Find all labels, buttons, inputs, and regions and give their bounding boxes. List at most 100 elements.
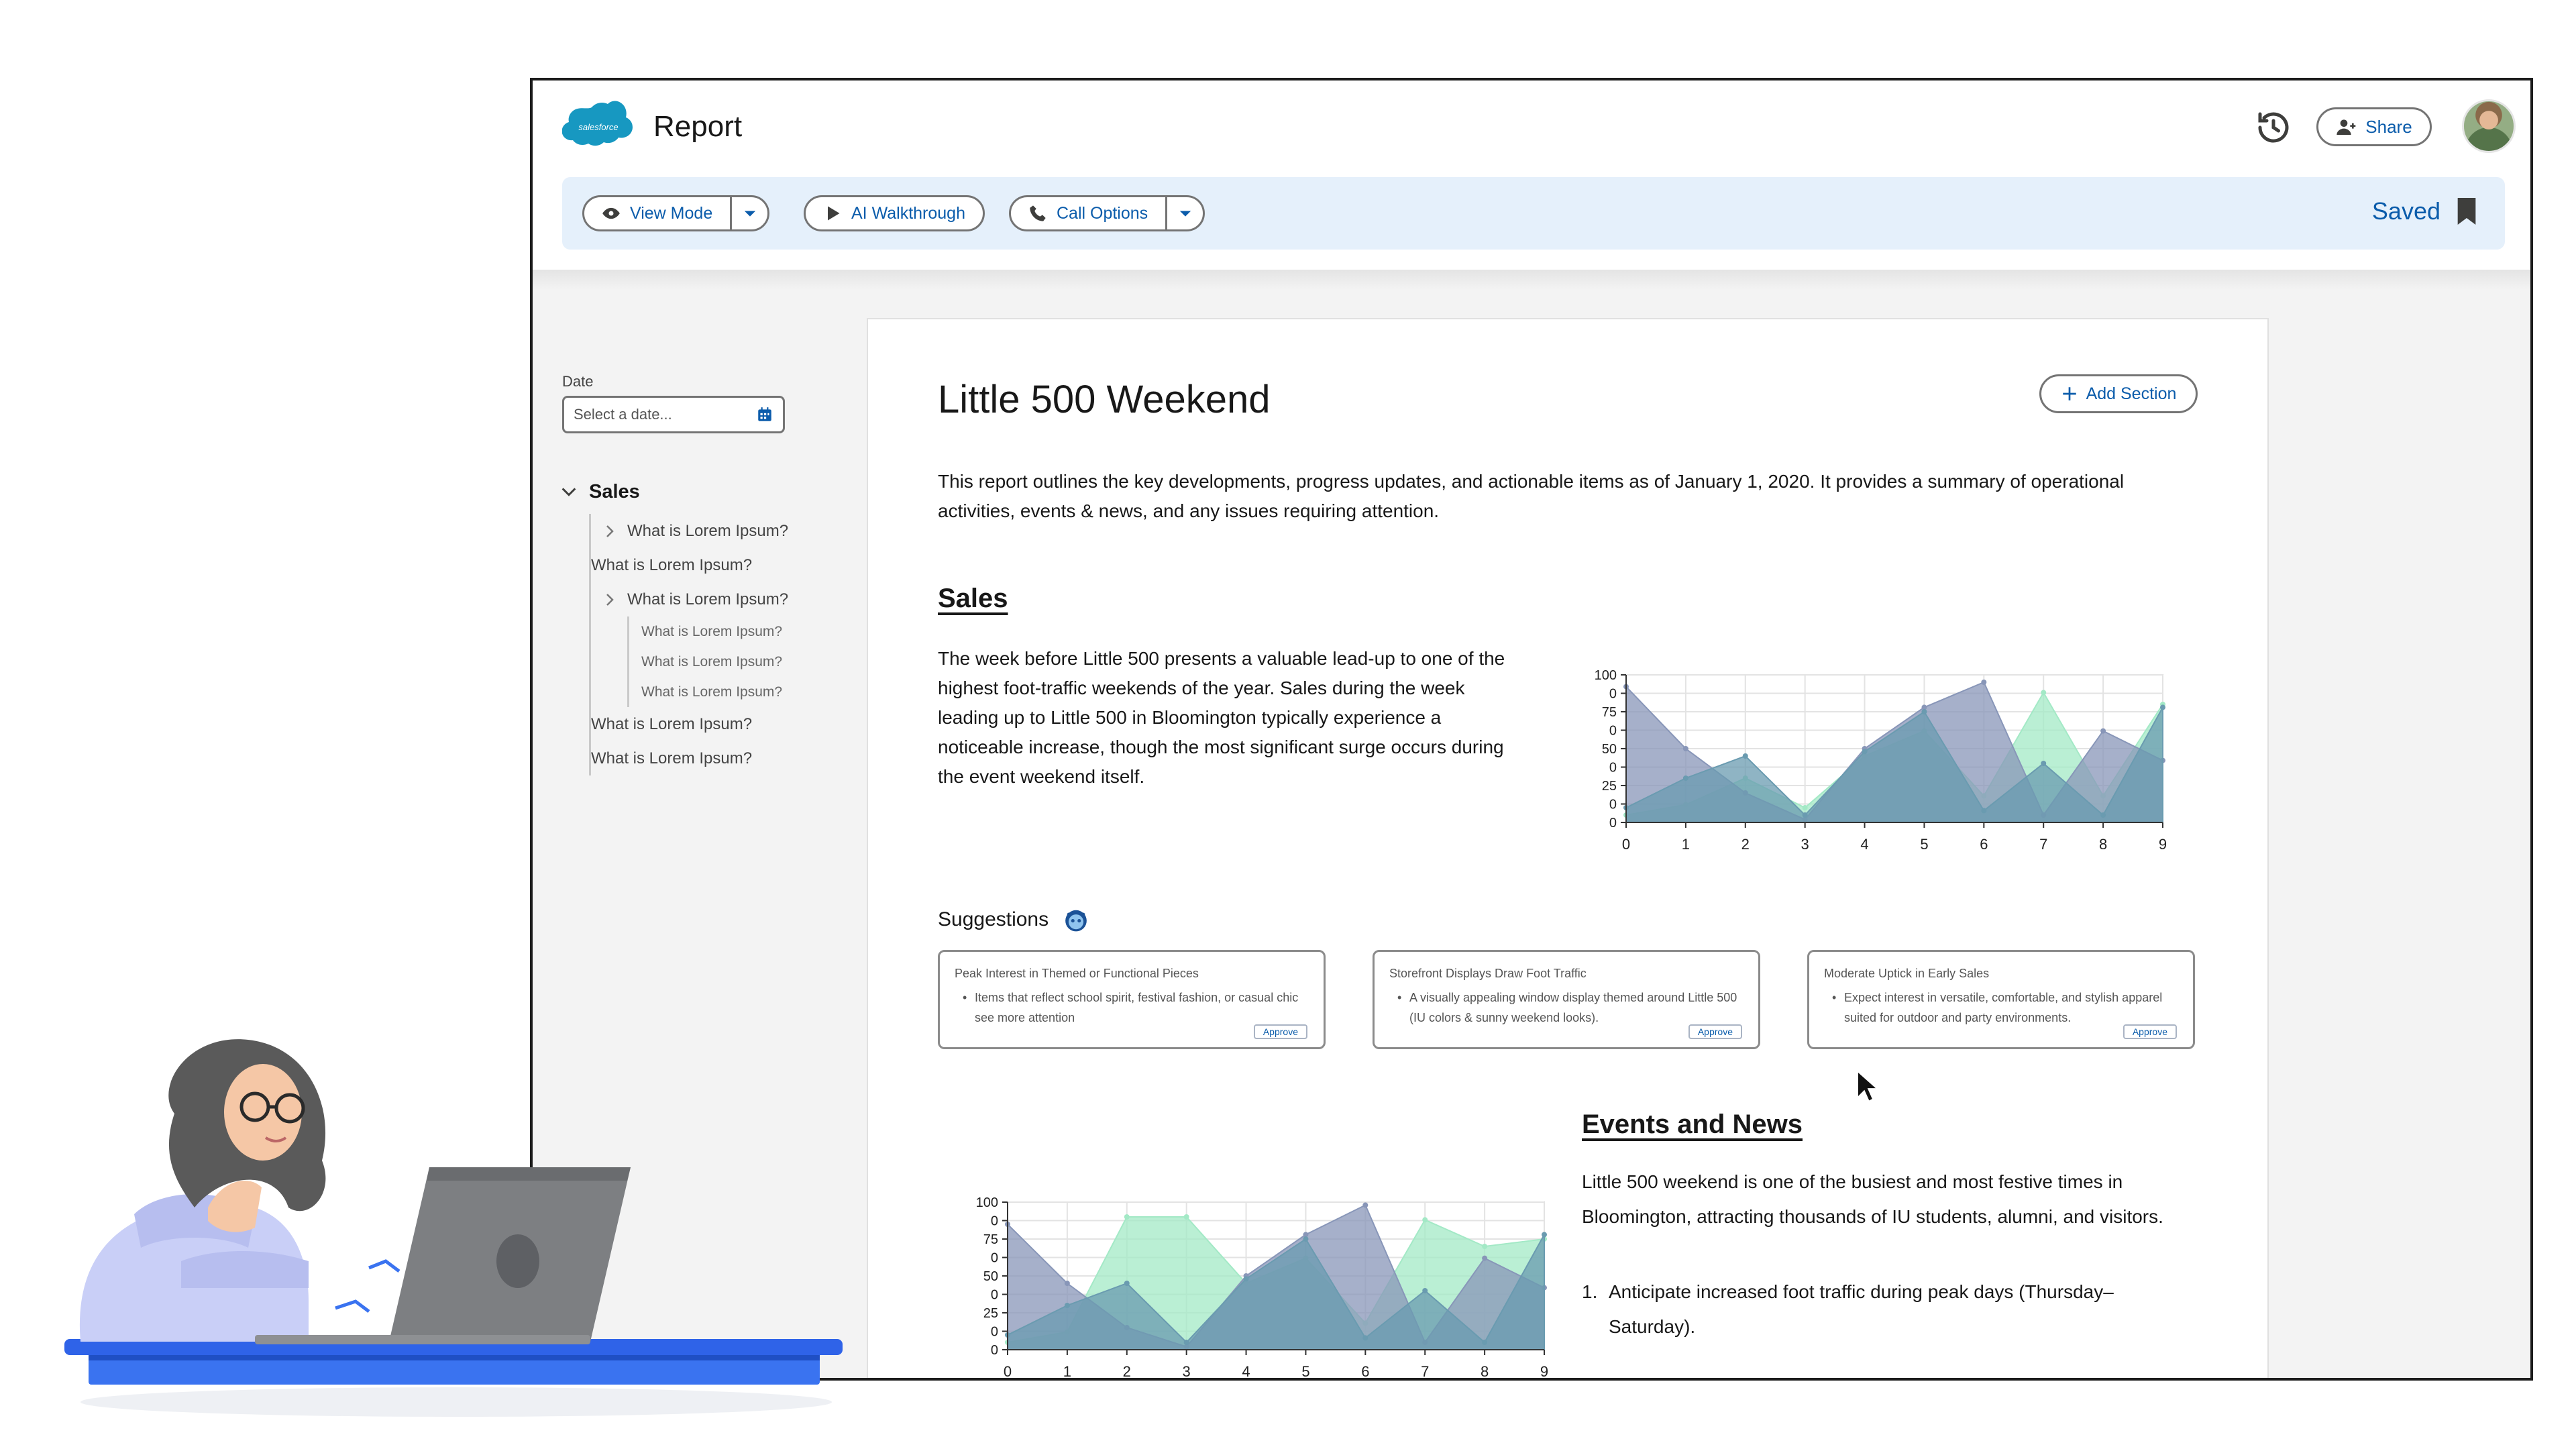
sales-area-chart: 0 1 2 3 4 5 6 7 8 910007505002500	[1595, 668, 2167, 853]
ai-walkthrough-button[interactable]: AI Walkthrough	[804, 195, 985, 231]
sidebar-subitem-label: What is Lorem Ipsum?	[641, 653, 783, 669]
y-tick-label: 100	[1595, 668, 1617, 683]
saved-status[interactable]: Saved	[2372, 197, 2478, 225]
suggestions-heading: Suggestions	[938, 907, 1089, 932]
sidebar-item[interactable]: What is Lorem Ipsum?	[602, 582, 828, 616]
view-mode-dropdown[interactable]	[730, 197, 767, 229]
suggestions-label: Suggestions	[938, 908, 1049, 930]
data-point	[2041, 690, 2047, 696]
suggestion-body: A visually appealing window display them…	[1389, 987, 1743, 1028]
x-tick-label: 5	[1301, 1363, 1309, 1380]
sidebar-item[interactable]: What is Lorem Ipsum?	[591, 741, 828, 775]
bookmark-icon	[2457, 198, 2476, 225]
data-point	[1802, 812, 1808, 818]
chevron-right-icon	[606, 593, 614, 606]
data-point	[1243, 1276, 1249, 1282]
person-laptop-illustration	[64, 1039, 843, 1417]
y-tick-label: 0	[991, 1251, 998, 1266]
sidebar-item-label: What is Lorem Ipsum?	[627, 521, 789, 540]
list-text: Anticipate increased foot traffic during…	[1609, 1281, 2114, 1337]
approve-button[interactable]: Approve	[1688, 1024, 1742, 1039]
data-point	[1303, 1236, 1309, 1242]
data-point	[2160, 704, 2165, 710]
app-header: salesforce Report Share	[533, 80, 2530, 177]
divider	[533, 270, 2530, 290]
date-picker-input[interactable]: Select a date...	[562, 396, 785, 433]
add-section-label: Add Section	[2086, 384, 2177, 403]
call-options-label: Call Options	[1057, 203, 1148, 223]
data-point	[1921, 709, 1927, 714]
y-tick-label: 0	[1609, 798, 1617, 812]
data-point	[1422, 1288, 1428, 1293]
history-icon[interactable]	[2253, 107, 2294, 148]
sidebar-item-label: What is Lorem Ipsum?	[627, 590, 789, 608]
calendar-icon[interactable]	[756, 406, 773, 423]
avatar[interactable]	[2462, 99, 2516, 153]
x-tick-label: 3	[1183, 1363, 1191, 1380]
y-tick-label: 50	[983, 1269, 998, 1284]
suggestion-body: Items that reflect school spirit, festiv…	[955, 987, 1309, 1028]
suggestion-title: Moderate Uptick in Early Sales	[1824, 967, 1990, 980]
approve-button[interactable]: Approve	[2123, 1024, 2177, 1039]
y-tick-label: 0	[991, 1288, 998, 1303]
add-section-button[interactable]: Add Section	[2039, 374, 2198, 413]
data-point	[1482, 1340, 1488, 1345]
x-tick-label: 6	[1980, 836, 1988, 853]
share-label: Share	[2365, 116, 2412, 137]
data-point	[1981, 808, 1987, 814]
x-tick-label: 5	[1920, 836, 1928, 853]
list-item: 1. Anticipate increased foot traffic dur…	[1582, 1275, 2186, 1344]
x-tick-label: 0	[1004, 1363, 1012, 1380]
view-mode-button[interactable]: View Mode	[584, 197, 730, 229]
sidebar-item-sales[interactable]: Sales	[559, 478, 828, 506]
sidebar-sales-children: What is Lorem Ipsum? What is Lorem Ipsum…	[589, 514, 828, 775]
sidebar-subitem[interactable]: What is Lorem Ipsum?	[641, 616, 828, 647]
suggestion-title: Storefront Displays Draw Foot Traffic	[1389, 967, 1587, 980]
data-point	[2100, 812, 2106, 818]
approve-button[interactable]: Approve	[1253, 1024, 1307, 1039]
x-tick-label: 8	[1481, 1363, 1489, 1380]
chevron-down-icon	[561, 488, 576, 496]
x-tick-label: 2	[1123, 1363, 1131, 1380]
data-point	[1981, 680, 1987, 685]
y-tick-label: 75	[1602, 705, 1617, 720]
play-icon	[828, 206, 840, 221]
x-tick-label: 7	[1421, 1363, 1429, 1380]
list-number: 1.	[1582, 1281, 1598, 1302]
call-options-dropdown[interactable]	[1165, 197, 1203, 229]
sidebar-item[interactable]: What is Lorem Ipsum?	[591, 548, 828, 582]
ai-walkthrough-label: AI Walkthrough	[851, 203, 965, 223]
add-user-icon	[2337, 119, 2356, 135]
view-mode-button-group: View Mode	[582, 195, 770, 231]
data-point	[2100, 728, 2106, 734]
date-placeholder: Select a date...	[574, 406, 672, 423]
sidebar-subitem[interactable]: What is Lorem Ipsum?	[641, 647, 828, 677]
app-title: Report	[653, 110, 743, 143]
x-tick-label: 1	[1682, 836, 1690, 853]
data-point	[1422, 1217, 1428, 1223]
x-tick-label: 6	[1361, 1363, 1369, 1380]
sidebar-item[interactable]: What is Lorem Ipsum?	[591, 707, 828, 741]
y-tick-label: 0	[1609, 687, 1617, 702]
data-point	[1064, 1281, 1070, 1286]
data-point	[1064, 1303, 1070, 1308]
sidebar-item[interactable]: What is Lorem Ipsum?	[602, 514, 828, 548]
sales-text: The week before Little 500 presents a va…	[938, 648, 1505, 787]
data-point	[1124, 1214, 1130, 1220]
data-point	[1183, 1340, 1189, 1345]
call-options-button-group: Call Options	[1009, 195, 1205, 231]
suggestion-title: Peak Interest in Themed or Functional Pi…	[955, 967, 1199, 980]
suggestion-body: Expect interest in versatile, comfortabl…	[1824, 987, 2178, 1028]
data-point	[1362, 1335, 1368, 1341]
x-tick-label: 4	[1860, 836, 1868, 853]
logo-text: salesforce	[578, 122, 618, 132]
call-options-button[interactable]: Call Options	[1011, 197, 1165, 229]
data-point	[1482, 1255, 1488, 1261]
sales-heading: Sales	[938, 584, 1008, 613]
x-tick-label: 7	[2039, 836, 2047, 853]
share-button[interactable]: Share	[2316, 107, 2432, 146]
phone-icon	[1030, 205, 1046, 221]
y-tick-label: 0	[991, 1214, 998, 1229]
report-panel: Little 500 Weekend Add Section This repo…	[867, 318, 2269, 1380]
sidebar-subitem[interactable]: What is Lorem Ipsum?	[641, 677, 828, 707]
